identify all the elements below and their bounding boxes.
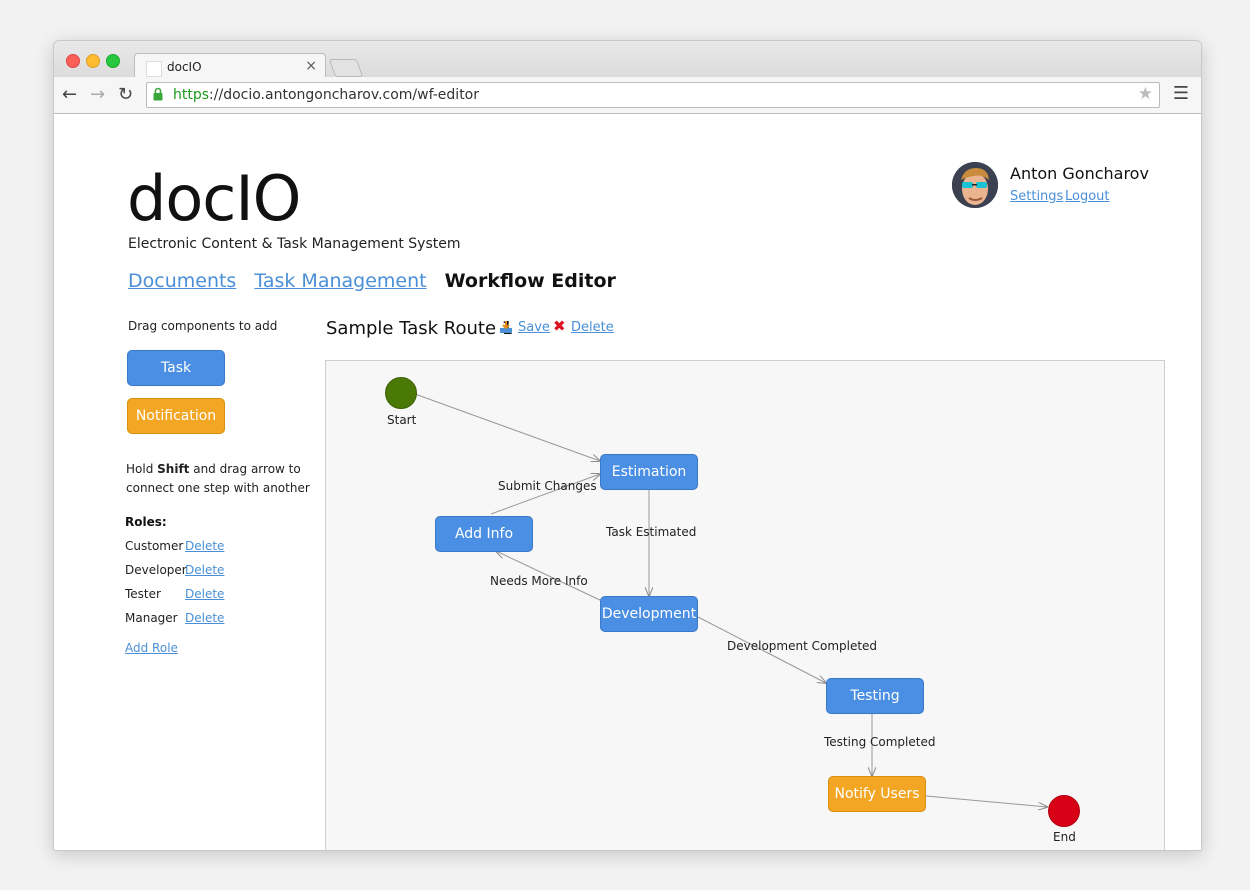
node-testing[interactable]: Testing [826, 678, 924, 714]
save-icon[interactable] [499, 320, 513, 334]
url-text: https://docio.antongoncharov.com/wf-edit… [173, 87, 479, 103]
task-component[interactable]: Task [127, 350, 225, 386]
user-name: Anton Goncharov [1010, 164, 1149, 183]
end-node[interactable] [1048, 795, 1080, 827]
back-icon[interactable]: ← [62, 84, 77, 105]
forward-icon[interactable]: → [90, 84, 105, 105]
role-name: Developer [125, 563, 187, 577]
browser-window: docIO × ← → ↻ https://docio.antongonchar… [53, 40, 1202, 851]
transition-label: Development Completed [727, 639, 878, 653]
avatar-image [952, 162, 998, 208]
browser-titlebar: docIO × [54, 41, 1201, 80]
transition-label: Testing Completed [824, 735, 936, 749]
add-role-link[interactable]: Add Role [125, 641, 178, 655]
role-row: Manager Delete [125, 611, 224, 625]
app-tagline: Electronic Content & Task Management Sys… [128, 236, 461, 252]
notification-component[interactable]: Notification [127, 398, 225, 434]
start-label: Start [387, 413, 417, 427]
role-name: Tester [125, 587, 161, 601]
delete-icon[interactable]: ✖ [553, 317, 566, 335]
role-name: Manager [125, 611, 178, 625]
favicon-icon [146, 61, 162, 77]
minimize-window-icon[interactable] [86, 54, 100, 68]
app-logo: docIO [127, 162, 301, 235]
maximize-window-icon[interactable] [106, 54, 120, 68]
tab-title: docIO [167, 60, 202, 74]
transition-label: Needs More Info [490, 574, 588, 588]
role-row: Developer Delete [125, 563, 224, 577]
node-notify-users[interactable]: Notify Users [828, 776, 926, 812]
tab-close-icon[interactable]: × [305, 58, 317, 74]
role-name: Customer [125, 539, 184, 553]
start-node[interactable] [385, 377, 417, 409]
page-content: docIO Electronic Content & Task Manageme… [54, 114, 1201, 850]
new-tab-button[interactable] [328, 59, 364, 77]
edge-start-estimation[interactable] [414, 393, 600, 461]
save-button[interactable]: Save [518, 320, 550, 335]
roles-title: Roles: [125, 515, 167, 529]
address-bar[interactable]: https://docio.antongoncharov.com/wf-edit… [146, 82, 1160, 108]
end-label: End [1053, 830, 1076, 844]
node-add-info[interactable]: Add Info [435, 516, 533, 552]
nav-documents[interactable]: Documents [128, 270, 236, 292]
transition-label: Submit Changes [498, 479, 597, 493]
url-scheme: https [173, 87, 210, 103]
help-key: Shift [157, 462, 190, 476]
main-nav: Documents Task Management Workflow Edito… [128, 270, 616, 292]
help-prefix: Hold [126, 462, 158, 476]
node-development[interactable]: Development [600, 596, 698, 632]
nav-task-management[interactable]: Task Management [254, 270, 426, 292]
logout-link[interactable]: Logout [1065, 189, 1110, 204]
role-row: Tester Delete [125, 587, 224, 601]
close-window-icon[interactable] [66, 54, 80, 68]
workflow-canvas[interactable]: Start Estimation Add Info Development Te… [325, 360, 1165, 851]
star-icon[interactable]: ★ [1138, 84, 1153, 104]
delete-role-link[interactable]: Delete [185, 563, 224, 577]
delete-role-link[interactable]: Delete [185, 611, 224, 625]
edge-notify-end[interactable] [925, 795, 1047, 807]
connect-help: Hold Shift and drag arrow to connect one… [126, 460, 316, 498]
nav-workflow-editor[interactable]: Workflow Editor [445, 270, 616, 292]
settings-link[interactable]: Settings [1010, 189, 1063, 204]
delete-route-button[interactable]: Delete [571, 320, 614, 335]
reload-icon[interactable]: ↻ [118, 84, 133, 105]
browser-toolbar: ← → ↻ https://docio.antongoncharov.com/w… [54, 77, 1201, 114]
connections-layer [414, 393, 1164, 851]
lock-icon [153, 87, 163, 101]
url-path: ://docio.antongoncharov.com/wf-editor [209, 87, 480, 103]
menu-icon[interactable]: ☰ [1173, 83, 1189, 104]
delete-role-link[interactable]: Delete [185, 587, 224, 601]
route-title: Sample Task Route 1 [326, 318, 514, 339]
palette-hint: Drag components to add [128, 319, 278, 333]
delete-role-link[interactable]: Delete [185, 539, 224, 553]
transition-label: Task Estimated [606, 525, 697, 539]
role-row: Customer Delete [125, 539, 224, 553]
avatar [952, 162, 998, 208]
node-estimation[interactable]: Estimation [600, 454, 698, 490]
browser-tab[interactable]: docIO × [134, 53, 326, 80]
